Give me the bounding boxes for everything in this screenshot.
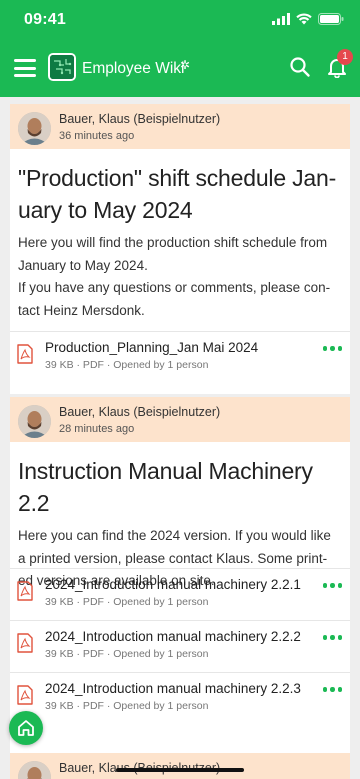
app-logo-icon <box>48 53 76 81</box>
file-meta: 39 KB · PDF · Opened by 1 person <box>45 359 209 371</box>
post-card: Bauer, Klaus (Beispielnutzer) 28 minutes… <box>10 397 350 779</box>
notification-badge: 1 <box>337 49 353 65</box>
search-icon[interactable] <box>289 56 311 78</box>
status-bar: 09:41 <box>0 0 360 42</box>
home-button[interactable] <box>9 711 43 745</box>
more-options-icon[interactable] <box>322 346 342 351</box>
attachment-item[interactable]: 2024_Introduction manual machinery 2.2.1… <box>10 568 350 619</box>
post-card: Bauer, Klaus (Beispielnutzer) 36 minutes… <box>10 104 350 394</box>
post-header: Bauer, Klaus (Beispielnutzer) 36 minutes… <box>10 104 350 149</box>
signal-icon <box>272 13 290 25</box>
file-name: 2024_Introduction manual machinery 2.2.3 <box>45 681 301 696</box>
status-time: 09:41 <box>24 11 66 28</box>
more-options-icon[interactable] <box>322 583 342 588</box>
post-title: "Production" shift schedule Jan-uary to … <box>18 165 337 223</box>
home-icon <box>18 720 34 736</box>
attachment-item[interactable]: Production_Planning_Jan Mai 2024 39 KB ·… <box>10 331 350 382</box>
battery-icon <box>318 13 344 25</box>
more-options-icon[interactable] <box>322 687 342 692</box>
post-body-paragraph: If you have any questions or comments, p… <box>18 280 331 318</box>
file-name: Production_Planning_Jan Mai 2024 <box>45 340 259 355</box>
pdf-icon <box>17 581 33 601</box>
pdf-icon <box>17 344 33 364</box>
status-icons <box>272 13 344 25</box>
post-time: 36 minutes ago <box>59 130 135 142</box>
home-indicator <box>116 768 244 772</box>
post-author[interactable]: Bauer, Klaus (Beispielnutzer) <box>59 405 220 419</box>
attachment-item[interactable]: 2024_Introduction manual machinery 2.2.3… <box>10 672 350 723</box>
attachment-item[interactable]: 2024_Introduction manual machinery 2.2.2… <box>10 620 350 671</box>
menu-icon[interactable] <box>14 59 36 77</box>
app-header: 09:41 Employee Wiki ✲ 1 <box>0 0 360 97</box>
file-name: 2024_Introduction manual machinery 2.2.2 <box>45 629 301 644</box>
post-author[interactable]: Bauer, Klaus (Beispielnutzer) <box>59 112 220 126</box>
wifi-icon <box>296 13 312 25</box>
more-options-icon[interactable] <box>322 635 342 640</box>
post-body-paragraph: Here you will find the production shift … <box>18 235 328 273</box>
file-meta: 39 KB · PDF · Opened by 1 person <box>45 596 209 608</box>
file-name: 2024_Introduction manual machinery 2.2.1 <box>45 577 301 592</box>
pdf-icon <box>17 685 33 705</box>
post-body: Here you will find the production shift … <box>10 226 350 322</box>
post-card: Bauer, Klaus (Beispielnutzer) <box>10 753 350 779</box>
post-time: 28 minutes ago <box>59 423 135 435</box>
avatar[interactable] <box>18 405 51 438</box>
post-header: Bauer, Klaus (Beispielnutzer) <box>10 753 350 779</box>
app-title: Employee Wiki <box>82 60 185 77</box>
file-meta: 39 KB · PDF · Opened by 1 person <box>45 648 209 660</box>
file-meta: 39 KB · PDF · Opened by 1 person <box>45 700 209 712</box>
pdf-icon <box>17 633 33 653</box>
post-header: Bauer, Klaus (Beispielnutzer) 28 minutes… <box>10 397 350 442</box>
avatar[interactable] <box>18 112 51 145</box>
gear-icon[interactable]: ✲ <box>180 58 190 72</box>
avatar[interactable] <box>18 761 51 779</box>
post-title: Instruction Manual Machinery 2.2 <box>18 458 313 516</box>
toolbar: Employee Wiki ✲ 1 <box>0 49 360 90</box>
